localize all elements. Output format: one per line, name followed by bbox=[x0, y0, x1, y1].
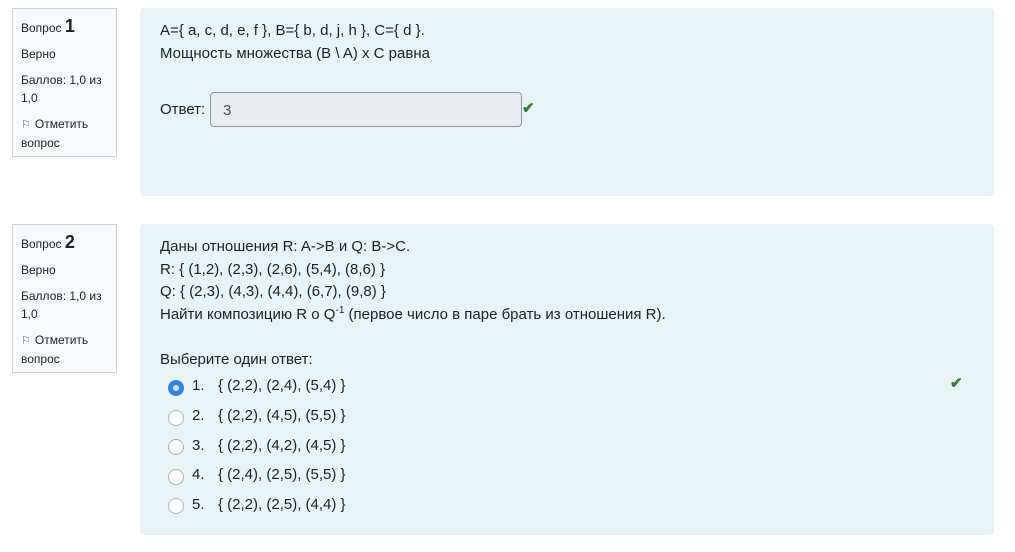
answer-prompt: Выберите один ответ: bbox=[160, 351, 313, 368]
option-text: { (2,2), (4,2), (4,5) } bbox=[218, 437, 346, 454]
option-radio[interactable] bbox=[168, 498, 184, 514]
flag-icon: ⚐ bbox=[21, 119, 31, 131]
question-number: Вопрос 1 bbox=[21, 17, 108, 37]
option-text: { (2,2), (2,4), (5,4) } bbox=[218, 377, 346, 394]
task-text: Найти композицию R o Q bbox=[160, 306, 336, 323]
question-number: Вопрос 2 bbox=[21, 233, 108, 253]
question-text-line: A={ a, c, d, e, f }, B={ b, d, j, h }, C… bbox=[160, 22, 425, 39]
option-radio[interactable] bbox=[168, 410, 184, 426]
flag-label: Отметить вопрос bbox=[21, 333, 89, 366]
option-text: { (2,2), (4,5), (5,5) } bbox=[218, 407, 346, 424]
question-text-line: Даны отношения R: A->B и Q: B->C. bbox=[160, 238, 411, 255]
option-radio[interactable] bbox=[168, 469, 184, 485]
option-text: { (2,2), (2,5), (4,4) } bbox=[218, 496, 346, 513]
question-1-content: A={ a, c, d, e, f }, B={ b, d, j, h }, C… bbox=[140, 8, 994, 196]
question-task: Найти композицию R o Q-1 (первое число в… bbox=[160, 306, 666, 324]
option-radio[interactable] bbox=[168, 439, 184, 455]
question-text-line: Q: { (2,3), (4,3), (4,4), (6,7), (9,8) } bbox=[160, 283, 386, 300]
option-number: 1. bbox=[192, 377, 205, 394]
question-status: Верно bbox=[21, 263, 56, 277]
option-number: 4. bbox=[192, 466, 205, 483]
flag-icon: ⚐ bbox=[21, 335, 31, 347]
question-text-line: Мощность множества (B \ A) x C равна bbox=[160, 45, 430, 62]
option-number: 2. bbox=[192, 407, 205, 424]
flag-label: Отметить вопрос bbox=[21, 117, 89, 150]
option-radio[interactable] bbox=[168, 380, 184, 396]
correct-check-icon: ✔ bbox=[522, 100, 535, 117]
question-label: Вопрос bbox=[21, 21, 62, 35]
question-2-info: Вопрос 2 Верно Баллов: 1,0 из 1,0 ⚐ Отмет… bbox=[12, 224, 117, 373]
question-text-line: R: { (1,2), (2,3), (2,6), (5,4), (8,6) } bbox=[160, 261, 386, 278]
flag-question-link[interactable]: ⚐ Отметить вопрос bbox=[21, 115, 108, 152]
correct-check-icon: ✔ bbox=[950, 375, 963, 392]
option-text: { (2,4), (2,5), (5,5) } bbox=[218, 466, 346, 483]
question-2-content: Даны отношения R: A->B и Q: B->C. R: { (… bbox=[140, 224, 994, 535]
question-status: Верно bbox=[21, 47, 56, 61]
flag-question-link[interactable]: ⚐ Отметить вопрос bbox=[21, 331, 108, 368]
task-text-tail: (первое число в паре брать из отношения … bbox=[344, 306, 666, 323]
question-number-value: 2 bbox=[64, 232, 75, 252]
option-number: 5. bbox=[192, 496, 205, 513]
question-1-info: Вопрос 1 Верно Баллов: 1,0 из 1,0 ⚐ Отмет… bbox=[12, 8, 117, 157]
question-label: Вопрос bbox=[21, 237, 62, 251]
answer-label: Ответ: bbox=[160, 101, 206, 118]
question-score: Баллов: 1,0 из 1,0 bbox=[21, 289, 102, 321]
question-number-value: 1 bbox=[64, 16, 75, 36]
answer-input[interactable]: 3 bbox=[210, 92, 522, 127]
question-score: Баллов: 1,0 из 1,0 bbox=[21, 73, 102, 105]
option-number: 3. bbox=[192, 437, 205, 454]
